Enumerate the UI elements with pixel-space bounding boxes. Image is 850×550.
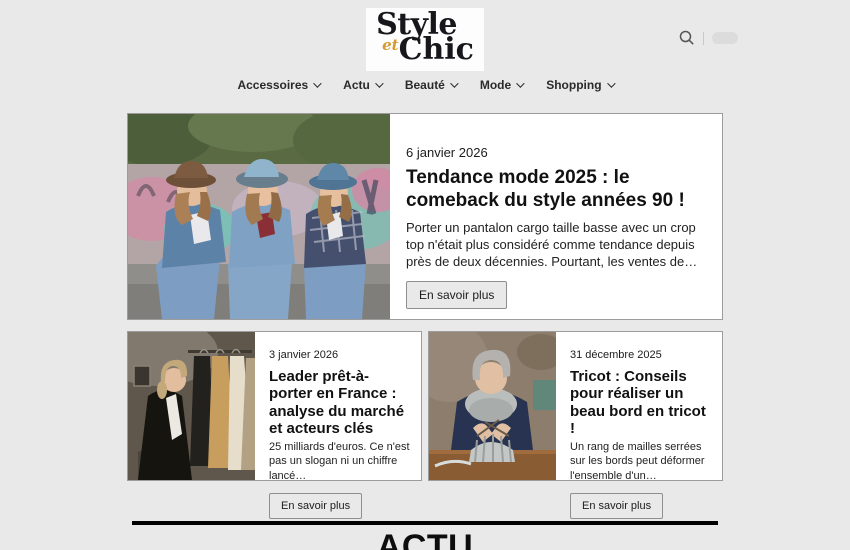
hero-article-image: [128, 114, 390, 319]
article-title: Tricot : Conseils pour réaliser un beau …: [570, 368, 712, 437]
nav-label: Accessoires: [237, 78, 308, 92]
nav-item-actu[interactable]: Actu: [343, 78, 381, 92]
article-excerpt: 25 milliards d'euros. Ce n'est pas un sl…: [269, 440, 411, 483]
chevron-down-icon: [450, 79, 458, 87]
chevron-down-icon: [516, 79, 524, 87]
article-date: 3 janvier 2026: [269, 349, 411, 361]
article-read-more-button[interactable]: En savoir plus: [570, 493, 663, 519]
article-image: [128, 332, 255, 480]
section-divider-line: [132, 521, 718, 525]
theme-toggle[interactable]: [712, 32, 738, 44]
section-title: ACTU: [127, 528, 723, 550]
site-header: Style etChic Accessoires Actu Beauté: [0, 0, 850, 92]
article-card-pret-a-porter: 3 janvier 2026 Leader prêt-à-porter en F…: [127, 331, 422, 481]
hero-article-content: 6 janvier 2026 Tendance mode 2025 : le c…: [390, 114, 722, 319]
chevron-down-icon: [607, 79, 615, 87]
logo-word-chic: Chic: [399, 32, 474, 67]
hero-article-date: 6 janvier 2026: [406, 145, 704, 160]
chevron-down-icon: [375, 79, 383, 87]
main-nav: Accessoires Actu Beauté Mode Shopping: [0, 78, 850, 92]
search-icon[interactable]: [679, 30, 695, 46]
nav-item-mode[interactable]: Mode: [480, 78, 522, 92]
nav-label: Shopping: [546, 78, 601, 92]
hero-article-excerpt: Porter un pantalon cargo taille basse av…: [406, 219, 704, 271]
article-content: 3 janvier 2026 Leader prêt-à-porter en F…: [255, 332, 421, 480]
header-actions: [679, 30, 738, 46]
article-date: 31 décembre 2025: [570, 349, 712, 361]
nav-item-accessoires[interactable]: Accessoires: [237, 78, 319, 92]
article-excerpt: Un rang de mailles serrées sur les bords…: [570, 440, 712, 483]
article-content: 31 décembre 2025 Tricot : Conseils pour …: [556, 332, 722, 480]
actu-section-header: ACTU: [127, 521, 723, 550]
nav-item-beaute[interactable]: Beauté: [405, 78, 456, 92]
nav-label: Mode: [480, 78, 511, 92]
main-content: 6 janvier 2026 Tendance mode 2025 : le c…: [127, 113, 723, 550]
articles-row: 3 janvier 2026 Leader prêt-à-porter en F…: [127, 331, 723, 481]
nav-item-shopping[interactable]: Shopping: [546, 78, 612, 92]
article-card-tricot: 31 décembre 2025 Tricot : Conseils pour …: [428, 331, 723, 481]
article-title: Leader prêt-à-porter en France : analyse…: [269, 368, 411, 437]
site-logo[interactable]: Style etChic: [366, 8, 484, 71]
chevron-down-icon: [313, 79, 321, 87]
logo-line-2: etChic: [376, 35, 474, 65]
page: Style etChic Accessoires Actu Beauté: [0, 0, 850, 550]
article-image: [429, 332, 556, 480]
hero-article-title: Tendance mode 2025 : le comeback du styl…: [406, 167, 704, 213]
logo-word-et: et: [382, 36, 398, 54]
article-read-more-button[interactable]: En savoir plus: [269, 493, 362, 519]
header-divider: [703, 32, 704, 45]
hero-article-card: 6 janvier 2026 Tendance mode 2025 : le c…: [127, 113, 723, 320]
nav-label: Actu: [343, 78, 370, 92]
hero-read-more-button[interactable]: En savoir plus: [406, 281, 507, 309]
nav-label: Beauté: [405, 78, 445, 92]
